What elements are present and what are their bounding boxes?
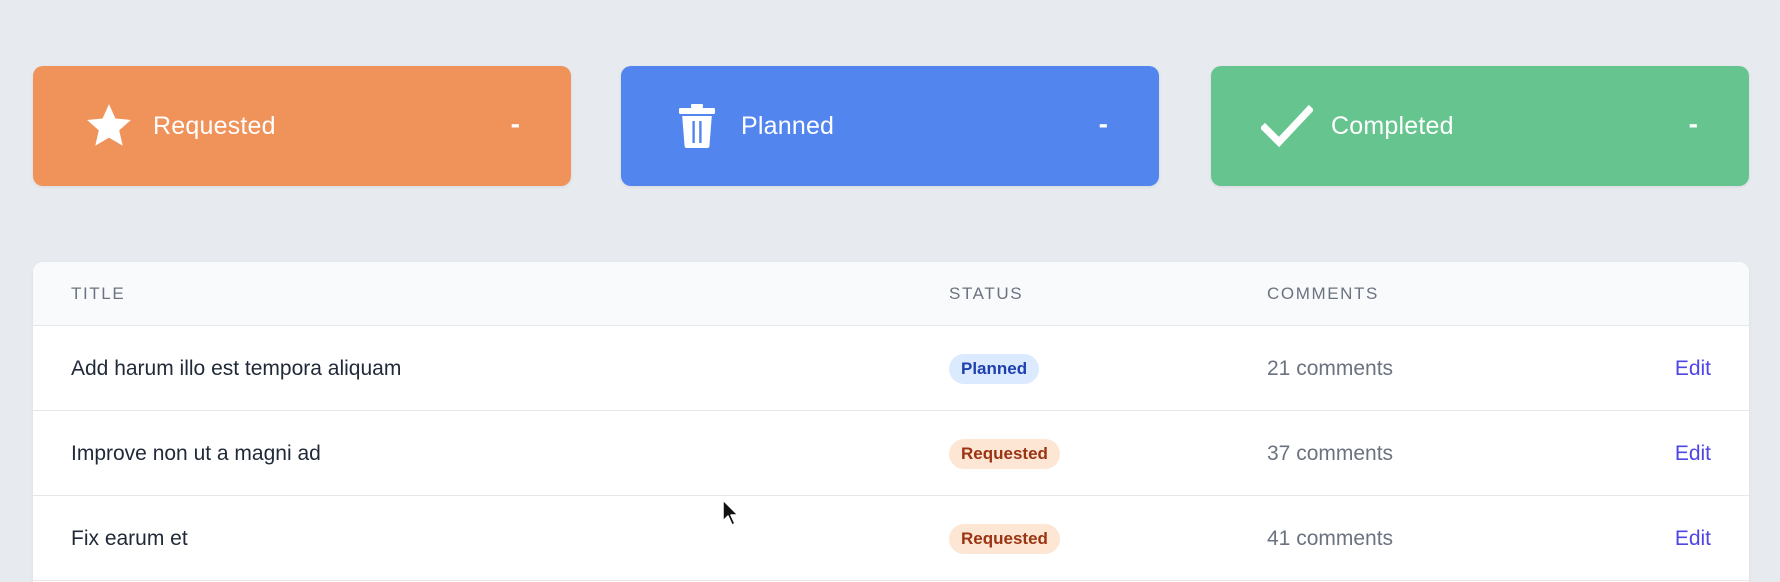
completed-card-label: Completed	[1331, 112, 1454, 140]
planned-card-count: -	[1098, 108, 1108, 139]
check-icon	[1261, 100, 1313, 152]
requests-table: TITLE STATUS COMMENTS Add harum illo est…	[33, 262, 1749, 582]
title-column-header[interactable]: TITLE	[71, 262, 125, 326]
edit-link[interactable]: Edit	[1675, 411, 1711, 496]
row-status: Requested	[949, 411, 1060, 496]
row-title: Fix earum et	[71, 527, 188, 550]
comments-column-header[interactable]: COMMENTS	[1267, 262, 1379, 326]
row-comments: 21 comments	[1267, 357, 1394, 380]
edit-link[interactable]: Edit	[1675, 326, 1711, 411]
star-icon	[83, 100, 135, 152]
row-comments: 37 comments	[1267, 442, 1394, 465]
requested-card-label: Requested	[153, 112, 276, 140]
row-title: Improve non ut a magni ad	[71, 442, 321, 465]
status-badge: Requested	[949, 523, 1060, 554]
edit-link[interactable]: Edit	[1675, 496, 1711, 581]
row-title: Add harum illo est tempora aliquam	[71, 357, 402, 380]
completed-card-count: -	[1688, 108, 1698, 139]
trash-icon	[671, 100, 723, 152]
row-comments: 41 comments	[1267, 527, 1394, 550]
table-row: Improve non ut a magni ad Requested 37 c…	[33, 411, 1749, 496]
planned-card[interactable]: Planned -	[621, 66, 1159, 186]
status-column-header[interactable]: STATUS	[949, 262, 1023, 326]
status-badge: Requested	[949, 438, 1060, 469]
status-badge: Planned	[949, 353, 1040, 384]
requested-card[interactable]: Requested -	[33, 66, 571, 186]
table-header: TITLE STATUS COMMENTS	[33, 262, 1749, 326]
row-status: Planned	[949, 326, 1040, 411]
status-cards: Requested - Planned - Completed -	[33, 66, 1749, 186]
table-row: Add harum illo est tempora aliquam Plann…	[33, 326, 1749, 411]
row-status: Requested	[949, 496, 1060, 581]
mouse-cursor-icon	[722, 499, 742, 527]
requested-card-count: -	[510, 108, 520, 139]
table-row: Fix earum et Requested 41 comments Edit	[33, 496, 1749, 581]
planned-card-label: Planned	[741, 112, 835, 140]
completed-card[interactable]: Completed -	[1211, 66, 1749, 186]
